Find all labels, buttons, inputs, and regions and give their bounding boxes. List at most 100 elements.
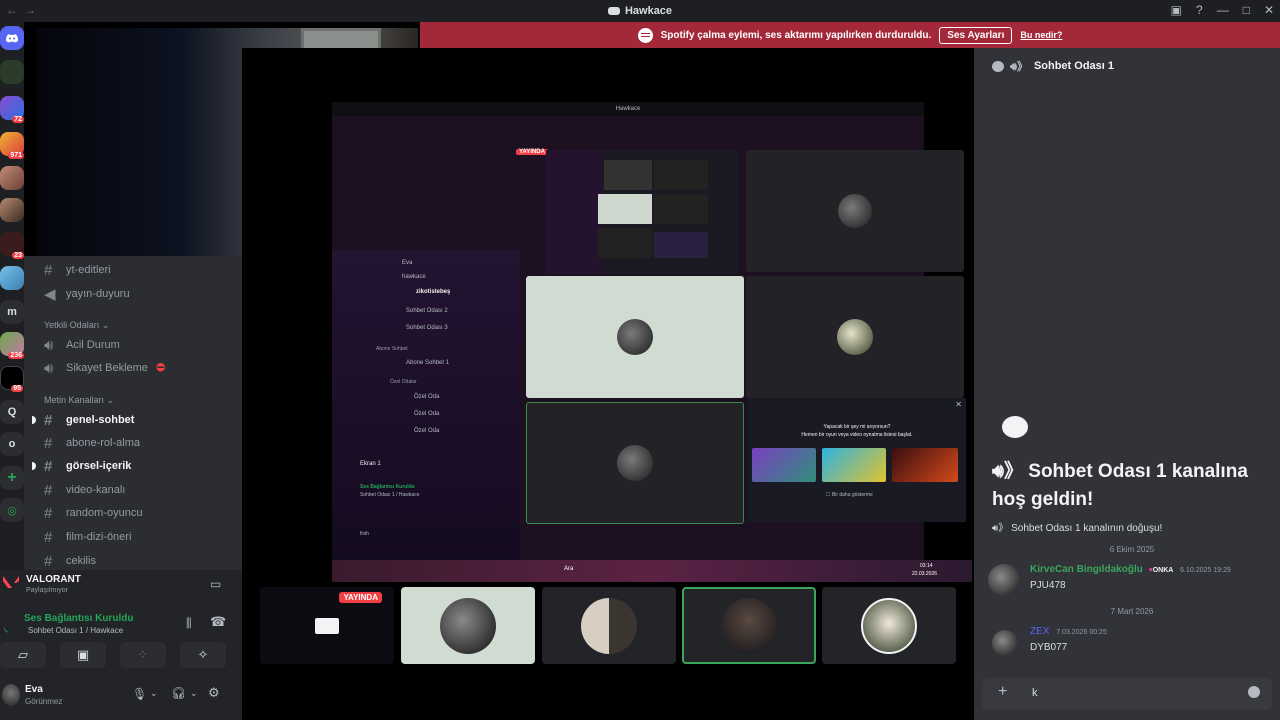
- role-tag: ♥ONKA: [1148, 567, 1174, 574]
- server-icon[interactable]: 95: [0, 366, 24, 392]
- stream-tile[interactable]: YAYINDA: [260, 587, 394, 664]
- mini-dialog-line2: Hemen bir oyun veya video oynatma listes…: [801, 432, 913, 438]
- mini-user: hawkace: [402, 274, 426, 280]
- audio-settings-button[interactable]: Ses Ayarları: [939, 26, 1013, 44]
- channel-genel-sohbet[interactable]: # genel-sohbet: [44, 410, 134, 430]
- minimize-icon[interactable]: —: [1217, 3, 1229, 17]
- channel-random-oyuncu[interactable]: # random-oyuncu: [44, 503, 142, 523]
- banner-message: Spotify çalma eylemi, ses aktarımı yapıl…: [660, 29, 932, 41]
- voice-channel[interactable]: Sohbet Odası 1 / Hawkace: [28, 626, 123, 635]
- server-icon[interactable]: Q: [0, 400, 24, 424]
- message-avatar[interactable]: [992, 630, 1018, 656]
- voice-status-row: ◟ Ses Bağlantısı Kuruldu Sohbet Odası 1 …: [0, 608, 242, 642]
- mini-window-title: Hawkace: [332, 102, 924, 116]
- settings-gear-icon[interactable]: ⚙︎: [208, 685, 220, 701]
- mini-user: Eva: [402, 260, 413, 266]
- noise-suppression-icon[interactable]: ⫼: [186, 616, 192, 631]
- server-icon[interactable]: 23: [0, 232, 24, 259]
- category-yetkili[interactable]: Yetkili Odaları ⌄: [44, 320, 109, 331]
- participant-avatar: [581, 597, 637, 654]
- server-icon[interactable]: [0, 166, 24, 190]
- server-icon[interactable]: 236: [0, 332, 24, 359]
- server-icon[interactable]: 72: [0, 96, 24, 123]
- participant-tile-speaking[interactable]: [682, 587, 816, 664]
- chat-channel-name: Sohbet Odası 1: [1033, 60, 1115, 72]
- channel-list: # yt-editleri ◀ yayın-duyuru Yetkili Odala…: [24, 256, 242, 570]
- shared-screen[interactable]: Hawkace YAYINDA Eva hawkace zikotistebeş…: [290, 102, 972, 582]
- window-title: Hawkace: [0, 5, 1280, 17]
- chevron-down-icon[interactable]: ⌄: [150, 688, 158, 699]
- mini-channel: Özel Oda: [414, 411, 440, 417]
- channel-film-dizi-oneri[interactable]: # film-dizi-öneri: [44, 527, 131, 547]
- hash-icon: #: [44, 457, 53, 475]
- welcome-title: 🔊︎》 Sohbet Odası 1 kanalına hoş geldin!: [992, 461, 1248, 510]
- participant-avatar: [861, 597, 917, 654]
- mini-username: fixih: [360, 531, 369, 537]
- participant-tiles: YAYINDA: [260, 584, 960, 664]
- soundboard-button[interactable]: ✧: [180, 642, 226, 668]
- mini-activity-dialog: ✕ Yapacak bir şey mi arıyorsun? Hemen bi…: [748, 398, 966, 522]
- message-author[interactable]: KirveCan Bingıldakoğlu: [1030, 564, 1143, 575]
- channel-yayin-duyuru[interactable]: ◀ yayın-duyuru: [44, 284, 130, 304]
- camera-off-button[interactable]: ▱: [0, 642, 46, 668]
- category-metin[interactable]: Metin Kanalları ⌄: [44, 395, 114, 406]
- server-icon[interactable]: 971: [0, 132, 24, 159]
- user-status: Görünmez: [25, 697, 63, 706]
- hash-icon: #: [44, 504, 53, 522]
- live-badge: YAYINDA: [339, 592, 382, 603]
- hash-icon: #: [44, 528, 53, 546]
- channel-gorsel-icerik[interactable]: # görsel-içerik: [44, 456, 131, 476]
- server-hawkace-icon[interactable]: [0, 60, 24, 84]
- voice-status[interactable]: Ses Bağlantısı Kuruldu: [24, 613, 133, 624]
- maximize-icon[interactable]: □: [1243, 3, 1250, 17]
- attach-plus-icon[interactable]: +: [998, 683, 1007, 701]
- participant-tile[interactable]: [822, 587, 956, 664]
- share-screen-icon[interactable]: ▭: [210, 577, 221, 591]
- server-icon[interactable]: [0, 198, 24, 222]
- channel-yt-editleri[interactable]: # yt-editleri: [44, 260, 111, 280]
- mini-participant-tile: [746, 276, 964, 398]
- server-icon[interactable]: [0, 266, 24, 290]
- chat-message: KirveCan Bingıldakoğlu ♥ONKA 6.10.2025 1…: [988, 564, 1280, 604]
- composer-input[interactable]: k: [1032, 687, 1038, 699]
- speaker-icon: 🔊︎》: [992, 523, 1009, 534]
- discord-home-icon[interactable]: [0, 26, 24, 50]
- activities-button[interactable]: ⁘: [120, 642, 166, 668]
- channel-sikayet-bekleme[interactable]: 🔊︎ Sikayet Bekleme ⛔︎: [44, 358, 165, 378]
- server-icon[interactable]: o: [0, 432, 24, 456]
- date-divider: 7 Mart 2026: [1110, 607, 1154, 616]
- screen-share-button[interactable]: ▣: [60, 642, 106, 668]
- whats-this-link[interactable]: Bu nedir?: [1020, 30, 1062, 40]
- add-server-icon[interactable]: +: [0, 466, 24, 490]
- disconnect-icon[interactable]: ☎︎: [210, 614, 226, 630]
- channel-acil-durum[interactable]: 🔊︎ Acil Durum: [44, 335, 120, 355]
- channel-video-kanali[interactable]: # video-kanalı: [44, 480, 125, 500]
- headphones-icon[interactable]: 🎧︎: [171, 686, 186, 700]
- mini-channel: Özel Oda: [414, 428, 440, 434]
- microphone-icon[interactable]: 🎙︎: [132, 687, 147, 701]
- close-icon[interactable]: ✕: [1264, 3, 1274, 17]
- participant-tile[interactable]: [542, 587, 676, 664]
- channel-cekilis[interactable]: # cekilis: [44, 551, 96, 570]
- message-author[interactable]: ZEX: [1030, 626, 1049, 637]
- hash-icon: #: [44, 434, 53, 452]
- notice-banner: Spotify çalma eylemi, ses aktarımı yapıl…: [420, 22, 1280, 48]
- chevron-down-icon[interactable]: ⌄: [190, 688, 198, 699]
- server-icon[interactable]: m: [0, 300, 24, 324]
- message-avatar[interactable]: [988, 564, 1020, 596]
- channel-abone-rol-alma[interactable]: # abone-rol-alma: [44, 433, 140, 453]
- message-timestamp: 6.10.2025 19:29: [1180, 567, 1231, 574]
- mini-live-badge: YAYINDA: [516, 149, 548, 155]
- inbox-icon[interactable]: ▣: [1171, 3, 1182, 17]
- participant-avatar: [721, 597, 777, 654]
- participant-tile[interactable]: [401, 587, 535, 664]
- help-icon[interactable]: ?: [1196, 3, 1203, 17]
- mini-participant-tile: [746, 150, 964, 272]
- discover-icon[interactable]: ◎: [0, 498, 24, 522]
- emoji-icon[interactable]: [1248, 686, 1260, 698]
- username[interactable]: Eva: [25, 684, 43, 695]
- avatar[interactable]: [2, 684, 20, 706]
- date-divider: 6 Ekim 2025: [1109, 545, 1155, 554]
- message-composer[interactable]: + k: [982, 678, 1272, 710]
- mini-voice-channel: Sohbet Odası 1 / Hawkace: [360, 492, 420, 498]
